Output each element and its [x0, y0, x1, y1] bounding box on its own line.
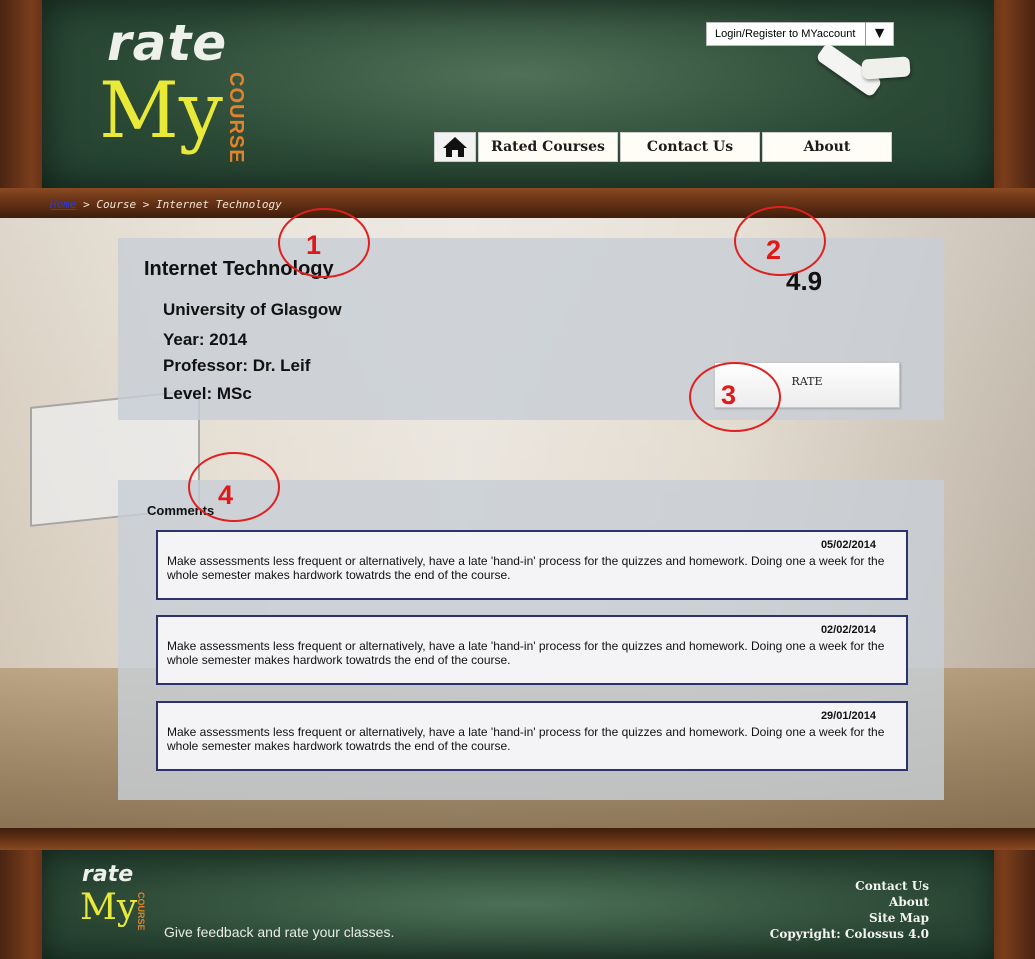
nav-contact-us[interactable]: Contact Us	[620, 132, 760, 162]
breadcrumb-home-link[interactable]: Home	[50, 198, 77, 211]
footer-sitemap-link[interactable]: Site Map	[770, 910, 929, 926]
annotation-number-2: 2	[766, 235, 782, 265]
comment-card: 02/02/2014 Make assessments less frequen…	[156, 615, 908, 685]
login-register-link[interactable]: Login/Register to MYaccount	[707, 28, 865, 40]
account-login-dropdown[interactable]: Login/Register to MYaccount ▼	[706, 22, 894, 46]
annotation-circle-1	[278, 208, 370, 278]
footer-copyright: Copyright: Colossus 4.0	[769, 927, 929, 941]
footer-logo-my: My	[80, 887, 138, 928]
comment-date: 05/02/2014	[820, 539, 876, 551]
annotation-number-4: 4	[218, 480, 234, 510]
nav-about[interactable]: About	[762, 132, 892, 162]
comment-text: Make assessments less frequent or altern…	[167, 725, 885, 753]
main-nav: Rated Courses Contact Us About	[434, 132, 892, 162]
course-university: University of Glasgow	[163, 300, 342, 319]
annotation-number-1: 1	[306, 230, 322, 260]
nav-home-button[interactable]	[434, 132, 476, 162]
comment-date: 29/01/2014	[820, 710, 876, 722]
home-icon	[443, 137, 467, 157]
breadcrumb: Home > Course > Internet Technology	[50, 198, 282, 211]
annotation-number-3: 3	[721, 380, 737, 410]
footer-logo-course: COURSE	[136, 892, 146, 931]
chalk-piece	[861, 56, 911, 80]
comment-date: 02/02/2014	[820, 624, 876, 636]
footer-tagline: Give feedback and rate your classes.	[164, 924, 395, 940]
footer-logo[interactable]: rate My COURSE	[80, 862, 160, 952]
course-professor: Professor: Dr. Leif	[163, 356, 311, 375]
chevron-down-icon[interactable]: ▼	[865, 22, 893, 46]
course-level: Level: MSc	[163, 384, 252, 403]
comment-card: 29/01/2014 Make assessments less frequen…	[156, 701, 908, 771]
footer-links: Contact Us About Site Map Copyright: Col…	[770, 878, 929, 942]
comment-text: Make assessments less frequent or altern…	[167, 639, 885, 667]
nav-rated-courses[interactable]: Rated Courses	[478, 132, 618, 162]
logo-course-text: COURSE	[225, 72, 247, 164]
breadcrumb-trail: > Course > Internet Technology	[76, 198, 282, 211]
footer-about-link[interactable]: About	[770, 894, 929, 910]
site-logo[interactable]: rate My COURSE	[95, 10, 247, 185]
footer-contact-link[interactable]: Contact Us	[770, 878, 929, 894]
course-year: Year: 2014	[163, 330, 248, 349]
footer-frame	[0, 828, 1035, 850]
annotation-circle-4	[188, 452, 280, 522]
comment-card: 05/02/2014 Make assessments less frequen…	[156, 530, 908, 600]
footer-logo-rate: rate	[82, 862, 134, 887]
comment-text: Make assessments less frequent or altern…	[167, 554, 885, 582]
logo-rate-text: rate	[107, 14, 228, 72]
